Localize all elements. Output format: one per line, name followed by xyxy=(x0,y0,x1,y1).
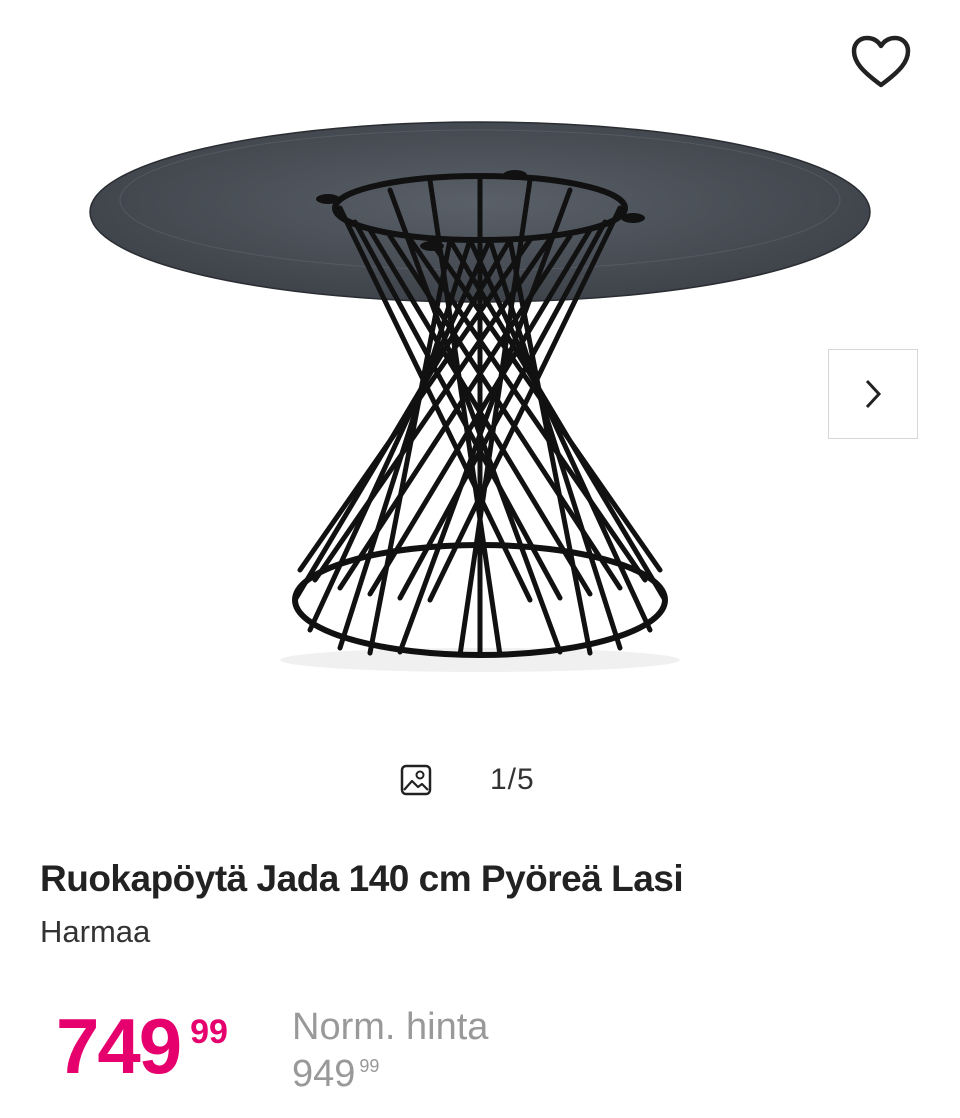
image-counter-text: 1/5 xyxy=(490,763,535,796)
current-price-main: 749 xyxy=(56,1002,182,1090)
image-counter: 1/5 xyxy=(400,760,535,800)
floor-shadow xyxy=(280,648,680,672)
product-title: Ruokapöytä Jada 140 cm Pyöreä Lasi xyxy=(40,858,684,899)
image-icon[interactable] xyxy=(400,764,432,796)
favorite-button[interactable] xyxy=(846,30,916,94)
heart-outline-icon xyxy=(851,35,911,88)
normal-price-main: 949 xyxy=(292,1053,356,1095)
current-price: 749 99 xyxy=(56,1006,228,1086)
normal-price: Norm. hinta 949 99 xyxy=(292,1006,488,1094)
current-price-cents: 99 xyxy=(190,1013,228,1051)
product-variant: Harmaa xyxy=(40,914,151,949)
product-gallery[interactable]: 1/5 xyxy=(0,0,960,830)
normal-price-cents: 99 xyxy=(359,1056,380,1076)
normal-price-label: Norm. hinta xyxy=(292,1006,489,1048)
normal-price-value: 949 99 xyxy=(292,1054,488,1094)
chevron-right-icon xyxy=(865,379,882,409)
product-image[interactable] xyxy=(60,100,900,720)
next-image-button[interactable] xyxy=(828,349,918,439)
